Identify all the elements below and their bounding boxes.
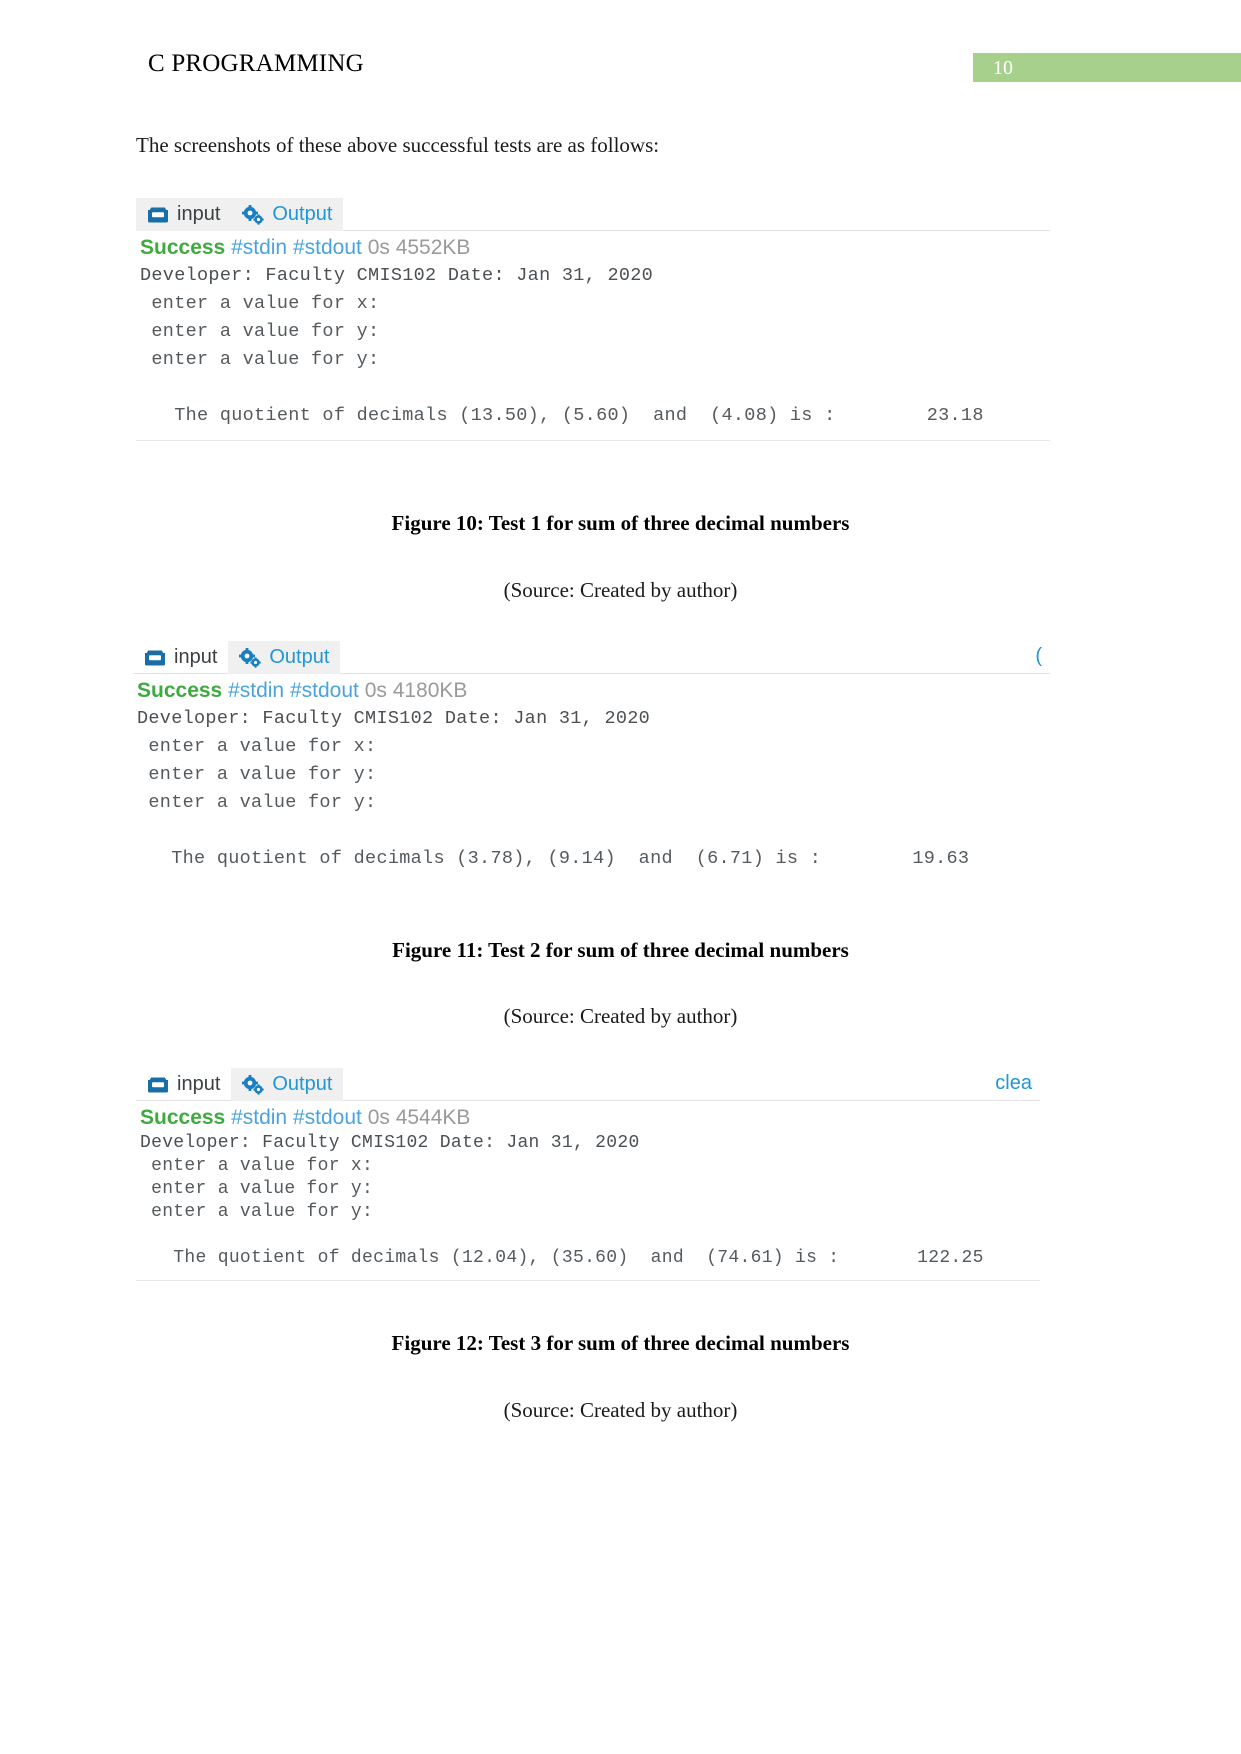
console-line: enter a value for x: [140,293,380,314]
inbox-icon [147,1076,169,1094]
status-line-1: Success #stdin #stdout 0s 4552KB [136,231,1050,262]
tab-output-1[interactable]: Output [231,198,344,231]
tab-input-3[interactable]: input [136,1068,231,1101]
figure-caption-2: Figure 11: Test 2 for sum of three decim… [392,938,849,962]
console-line: Developer: Faculty CMIS102 Date: Jan 31,… [140,265,654,286]
gears-icon [242,204,265,225]
console-line: enter a value for y: [137,764,377,785]
status-streams-3: #stdin #stdout [231,1106,362,1129]
tab-input-label-1: input [177,203,221,225]
console-line: The quotient of decimals (3.78), (9.14) … [137,848,970,869]
console-line: enter a value for x: [137,736,377,757]
clear-link-2[interactable]: ( [1035,645,1042,668]
console-output-2: Developer: Faculty CMIS102 Date: Jan 31,… [133,705,1050,879]
panel-divider-1 [136,440,1050,441]
status-meta-2: 0s 4180KB [364,679,468,702]
page-header: C PROGRAMMING 10 [0,0,1241,92]
status-streams-1: #stdin #stdout [231,236,362,259]
tab-output-label-3: Output [272,1073,333,1095]
source-caption-3: (Source: Created by author) [503,1398,738,1422]
tab-bar-2: input Output ( [133,641,1050,674]
page-number-text: 10 [993,57,1013,79]
output-panel-1: input Output Success #stdin #stdout 0s 4… [136,198,1050,441]
tab-output-2[interactable]: Output [228,641,341,674]
tab-output-label-1: Output [272,203,333,225]
status-line-2: Success #stdin #stdout 0s 4180KB [133,674,1050,705]
source-caption-2: (Source: Created by author) [503,1004,738,1028]
gears-icon [239,647,262,668]
console-output-1: Developer: Faculty CMIS102 Date: Jan 31,… [136,262,1050,436]
inbox-icon [147,206,169,224]
status-meta-1: 0s 4552KB [367,236,471,259]
panel-divider-3 [136,1280,1040,1281]
figure-caption-3: Figure 12: Test 3 for sum of three decim… [391,1331,850,1355]
status-line-3: Success #stdin #stdout 0s 4544KB [136,1101,1040,1132]
gears-icon [242,1074,265,1095]
tab-output-3[interactable]: Output [231,1068,344,1101]
console-line: Developer: Faculty CMIS102 Date: Jan 31,… [137,708,651,729]
output-panel-2: input Output ( Success #stdin #stdout 0s… [133,641,1050,879]
figure-caption-1: Figure 10: Test 1 for sum of three decim… [391,511,850,535]
status-streams-2: #stdin #stdout [228,679,359,702]
console-line: The quotient of decimals (13.50), (5.60)… [140,405,984,426]
clear-link-3[interactable]: clea [995,1072,1032,1095]
console-line: enter a value for x: [140,1156,374,1176]
console-line: enter a value for y: [140,349,380,370]
status-result-1: Success [140,236,226,259]
status-meta-3: 0s 4544KB [367,1106,471,1129]
console-line: enter a value for y: [140,1202,374,1222]
output-panel-3: input Output clea Success #stdin #stdout… [136,1068,1040,1281]
console-line: The quotient of decimals (12.04), (35.60… [140,1248,984,1268]
console-line: enter a value for y: [137,792,377,813]
tab-input-2[interactable]: input [133,641,228,674]
intro-paragraph: The screenshots of these above successfu… [136,133,660,157]
console-line: enter a value for y: [140,1179,374,1199]
tab-bar-3: input Output clea [136,1068,1040,1101]
page-title: C PROGRAMMING [148,50,364,77]
console-output-3: Developer: Faculty CMIS102 Date: Jan 31,… [136,1132,1040,1276]
source-caption-1: (Source: Created by author) [503,578,738,602]
status-result-2: Success [137,679,223,702]
page-number-badge: 10 [973,53,1241,82]
tab-output-label-2: Output [269,646,330,668]
tab-bar-1: input Output [136,198,1050,231]
document-page: C PROGRAMMING 10 The screenshots of thes… [0,0,1241,1754]
tab-input-1[interactable]: input [136,198,232,231]
inbox-icon [144,649,166,667]
status-result-3: Success [140,1106,226,1129]
tab-input-label-2: input [174,646,218,668]
console-line: enter a value for y: [140,321,380,342]
console-line: Developer: Faculty CMIS102 Date: Jan 31,… [140,1133,640,1153]
tab-input-label-3: input [177,1073,221,1095]
